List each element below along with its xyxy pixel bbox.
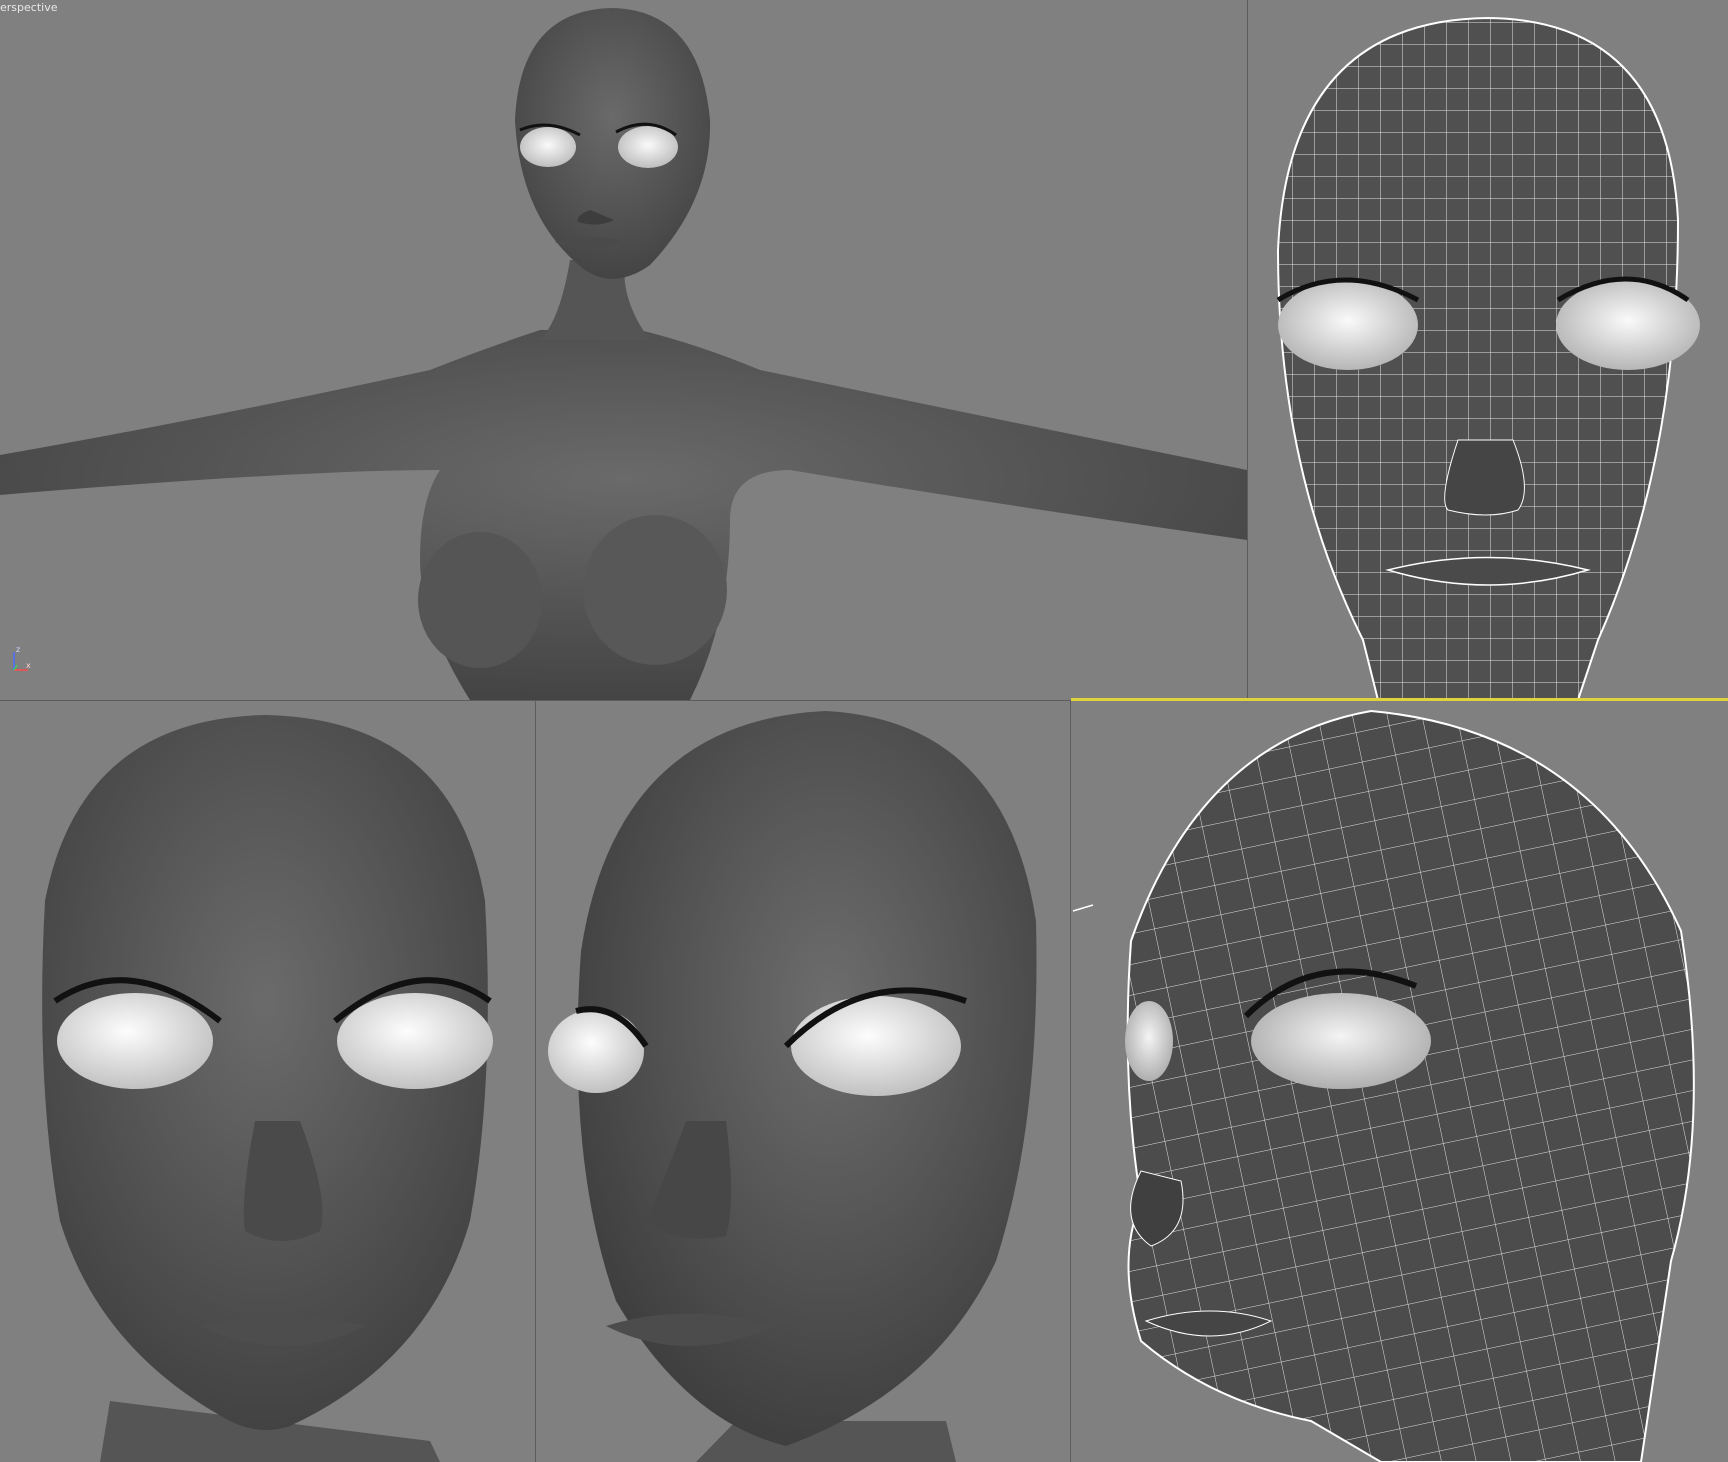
viewport-label[interactable]: erspective	[0, 1, 57, 14]
viewport-side-wireframe[interactable]	[1071, 701, 1728, 1462]
viewport-front-wireframe[interactable]	[1248, 0, 1728, 700]
viewport-divider[interactable]	[535, 701, 536, 1462]
front-wireframe-render	[1276, 16, 1700, 700]
three-quarter-shaded-render	[548, 711, 1037, 1462]
gizmo-z-label: z	[16, 645, 20, 654]
front-shaded-render	[42, 715, 493, 1462]
side-wireframe-render	[1072, 709, 1695, 1462]
perspective-render	[0, 8, 1247, 700]
viewport-perspective[interactable]: erspective z x	[0, 0, 1247, 700]
viewport-divider[interactable]	[1070, 701, 1071, 1462]
viewport-three-quarter-shaded[interactable]	[536, 701, 1070, 1462]
axis-gizmo-icon: z x	[13, 645, 31, 671]
viewport-front-shaded[interactable]	[0, 701, 535, 1462]
gizmo-x-label: x	[26, 661, 31, 670]
active-viewport-border	[1071, 698, 1728, 701]
viewport-divider[interactable]	[1247, 0, 1248, 700]
